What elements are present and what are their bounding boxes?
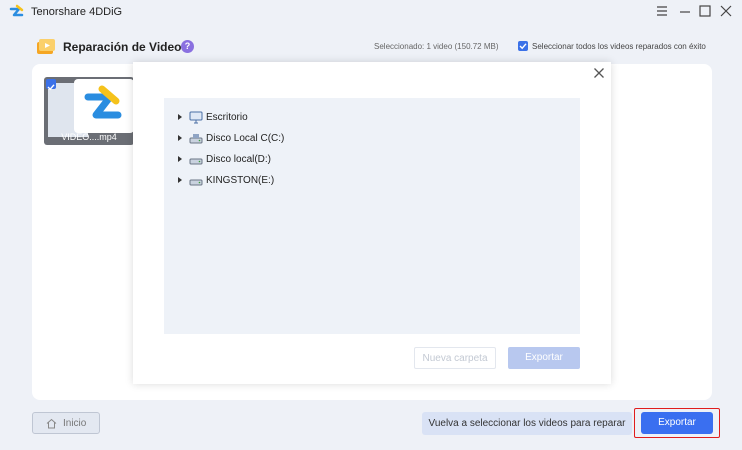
tree-item-label: Disco Local C(C:) — [206, 133, 285, 144]
logo-icon — [84, 85, 122, 119]
drive-icon — [189, 179, 203, 186]
drive-icon — [189, 158, 203, 165]
home-label: Inicio — [63, 418, 87, 429]
drive-icon — [189, 134, 203, 144]
thumbnail-logo — [74, 79, 134, 133]
selected-info: Seleccionado: 1 video (150.72 MB) — [374, 42, 499, 51]
tree-item-label: Disco local(D:) — [206, 154, 272, 165]
page-title: Reparación de Videos — [63, 40, 189, 54]
expand-arrow-icon[interactable] — [178, 177, 182, 183]
desktop-icon — [189, 111, 203, 124]
export-button[interactable]: Exportar — [641, 412, 713, 434]
close-window-icon[interactable] — [719, 4, 733, 18]
app-logo-icon — [9, 4, 24, 17]
help-icon[interactable]: ? — [181, 40, 194, 53]
select-all-label[interactable]: Seleccionar todos los videos reparados c… — [532, 42, 706, 51]
expand-arrow-icon[interactable] — [178, 156, 182, 162]
reselect-videos-button[interactable]: Vuelva a seleccionar los videos para rep… — [422, 412, 632, 435]
title-bar: Tenorshare 4DDiG — [0, 0, 742, 24]
expand-arrow-icon[interactable] — [178, 135, 182, 141]
new-folder-button[interactable]: Nueva carpeta — [414, 347, 496, 369]
expand-arrow-icon[interactable] — [178, 114, 182, 120]
video-filename: VIDEO....mp4 — [61, 132, 117, 142]
home-icon — [46, 418, 57, 429]
tree-item-label: Escritorio — [206, 112, 248, 123]
export-dialog: Escritorio Disco Local C(C:) Disco local… — [133, 62, 611, 384]
dialog-close-icon[interactable] — [593, 66, 605, 78]
select-all-checkbox[interactable] — [518, 41, 528, 51]
dialog-export-button[interactable]: Exportar — [508, 347, 580, 369]
tree-item-label: KINGSTON(E:) — [206, 175, 275, 186]
app-title: Tenorshare 4DDiG — [31, 6, 123, 18]
maximize-icon[interactable] — [698, 4, 712, 18]
home-button[interactable]: Inicio — [32, 412, 100, 434]
video-checkbox[interactable] — [46, 79, 56, 91]
minimize-icon[interactable] — [678, 4, 692, 18]
folder-tree: Escritorio Disco Local C(C:) Disco local… — [164, 98, 580, 334]
menu-icon[interactable] — [655, 4, 669, 18]
video-thumbnail[interactable]: VIDEO....mp4 — [44, 77, 134, 145]
video-repair-icon — [37, 39, 55, 54]
